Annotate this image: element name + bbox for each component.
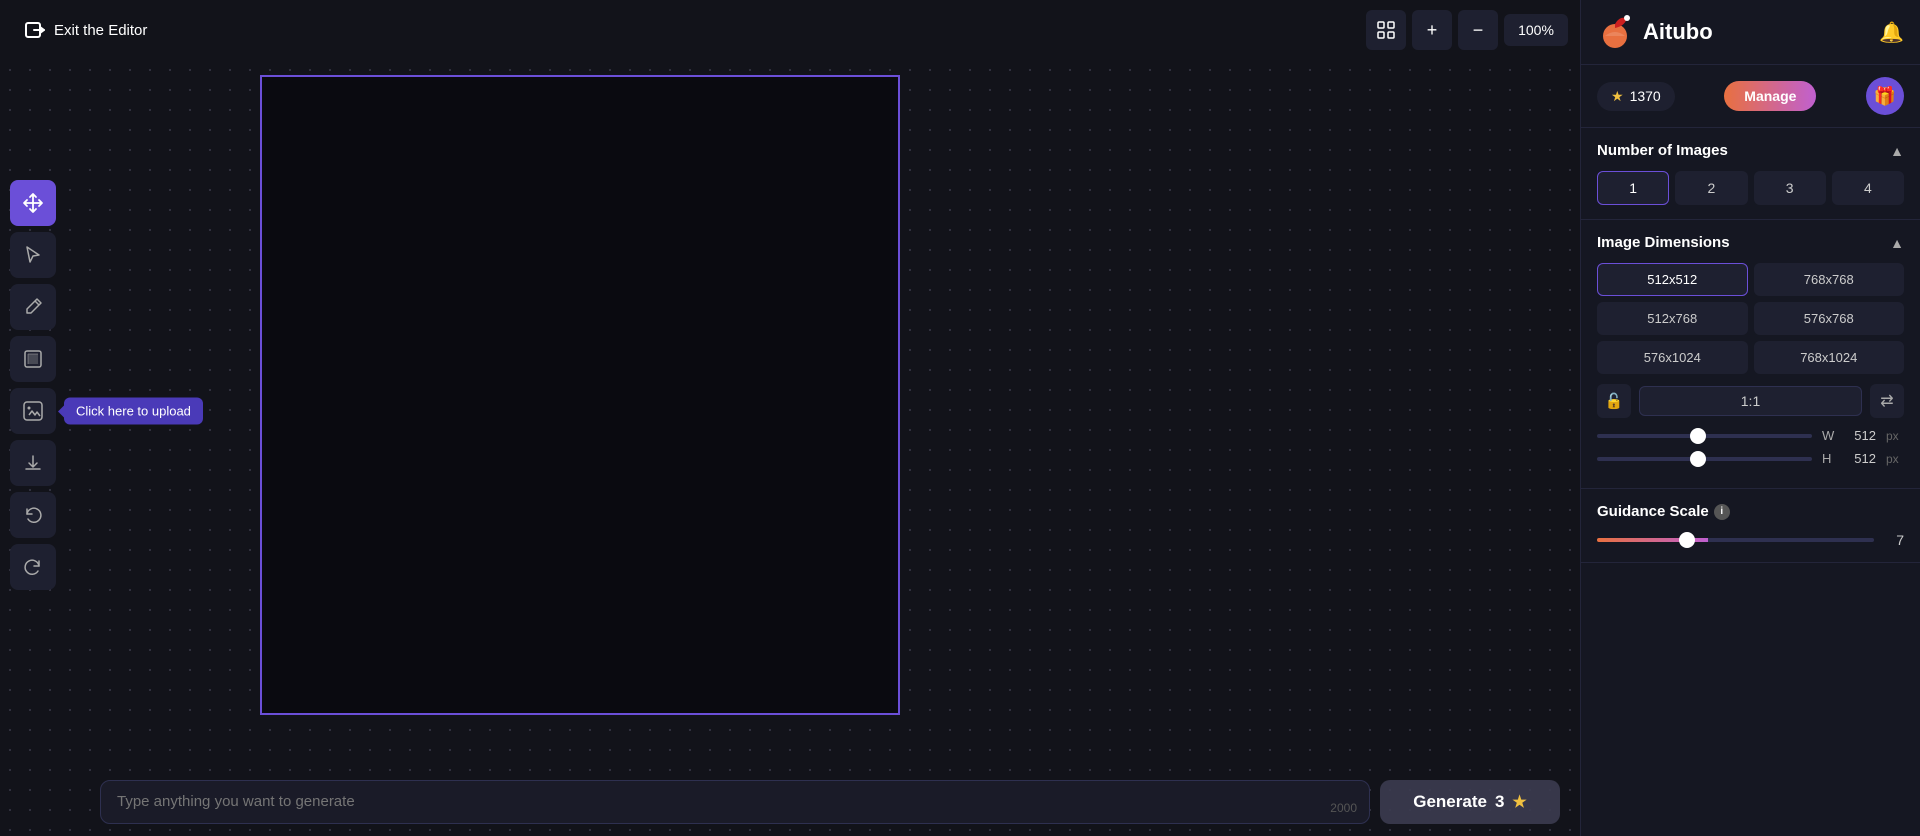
generate-cost: 3 [1495, 792, 1504, 812]
number-of-images-section: Number of Images ▲ 1 2 3 4 [1581, 128, 1920, 220]
credits-star-icon: ★ [1611, 88, 1624, 105]
guidance-slider-row: 7 [1597, 532, 1904, 548]
credits-row: ★ 1370 Manage 🎁 [1581, 65, 1920, 128]
prompt-container: 2000 [100, 780, 1370, 824]
credits-badge: ★ 1370 [1597, 82, 1675, 111]
height-slider-row: H 512 px [1597, 451, 1904, 466]
dimensions-title: Image Dimensions [1597, 234, 1730, 251]
tool-undo[interactable] [10, 492, 56, 538]
focus-button[interactable] [1366, 10, 1406, 50]
num-images-header: Number of Images ▲ [1597, 142, 1904, 159]
generate-button[interactable]: Generate 3 ★ [1380, 780, 1560, 824]
width-value: 512 [1846, 428, 1876, 443]
num-btn-1[interactable]: 1 [1597, 171, 1669, 205]
canvas-frame [260, 75, 900, 715]
char-count: 2000 [1330, 801, 1357, 815]
zoom-out-button[interactable]: − [1458, 10, 1498, 50]
dim-btn-512x512[interactable]: 512x512 [1597, 263, 1748, 296]
guidance-slider[interactable] [1597, 538, 1874, 542]
notification-button[interactable]: 🔔 [1879, 20, 1904, 45]
generate-label: Generate [1413, 792, 1487, 812]
tool-pen[interactable] [10, 284, 56, 330]
tool-select[interactable] [10, 232, 56, 278]
right-panel: Aitubo 🔔 ★ 1370 Manage 🎁 Number of Image… [1580, 0, 1920, 836]
image-dimensions-section: Image Dimensions ▲ 512x512 768x768 512x7… [1581, 220, 1920, 489]
height-slider[interactable] [1597, 457, 1812, 461]
dim-btn-768x768[interactable]: 768x768 [1754, 263, 1905, 296]
num-btn-3[interactable]: 3 [1754, 171, 1826, 205]
num-btn-4[interactable]: 4 [1832, 171, 1904, 205]
lock-ratio-button[interactable]: 🔓 [1597, 384, 1631, 418]
tool-upload[interactable]: Click here to upload [10, 388, 56, 434]
dimensions-header: Image Dimensions ▲ [1597, 234, 1904, 251]
ratio-row: 🔓 ⇄ [1597, 384, 1904, 418]
width-slider-row: W 512 px [1597, 428, 1904, 443]
zoom-percent: 100% [1504, 14, 1568, 46]
tool-redo[interactable] [10, 544, 56, 590]
width-label: W [1822, 428, 1836, 443]
guidance-value: 7 [1884, 532, 1904, 548]
zoom-in-button[interactable]: + [1412, 10, 1452, 50]
height-value: 512 [1846, 451, 1876, 466]
num-images-title: Number of Images [1597, 142, 1728, 159]
width-slider[interactable] [1597, 434, 1812, 438]
manage-button[interactable]: Manage [1724, 81, 1816, 111]
exit-label: Exit the Editor [54, 22, 147, 39]
guidance-scale-section: Guidance Scale i 7 [1581, 489, 1920, 563]
height-label: H [1822, 451, 1836, 466]
prompt-input[interactable] [117, 793, 1353, 810]
dimensions-chevron: ▲ [1890, 235, 1904, 251]
dim-btn-576x1024[interactable]: 576x1024 [1597, 341, 1748, 374]
credits-value: 1370 [1630, 88, 1661, 104]
guidance-info-icon[interactable]: i [1714, 504, 1730, 520]
bottom-bar: 2000 Generate 3 ★ [100, 780, 1560, 824]
guidance-header: Guidance Scale i [1597, 503, 1904, 520]
dim-btn-768x1024[interactable]: 768x1024 [1754, 341, 1905, 374]
height-unit: px [1886, 452, 1904, 466]
dim-btn-576x768[interactable]: 576x768 [1754, 302, 1905, 335]
panel-header: Aitubo 🔔 [1581, 0, 1920, 65]
exit-editor-button[interactable]: Exit the Editor [12, 11, 159, 49]
brand-logo: Aitubo [1597, 14, 1713, 50]
gift-button[interactable]: 🎁 [1866, 77, 1904, 115]
top-bar: Exit the Editor + − 100% [0, 0, 1580, 60]
tool-fill[interactable] [10, 336, 56, 382]
tool-move[interactable] [10, 180, 56, 226]
num-images-grid: 1 2 3 4 [1597, 171, 1904, 205]
ratio-input[interactable] [1639, 386, 1862, 416]
left-toolbar: Click here to upload [10, 180, 56, 590]
exit-icon [24, 19, 46, 41]
swap-dimensions-button[interactable]: ⇄ [1870, 384, 1904, 418]
guidance-title: Guidance Scale i [1597, 503, 1730, 520]
width-unit: px [1886, 429, 1904, 443]
brand-logo-icon [1597, 14, 1633, 50]
dim-btn-512x768[interactable]: 512x768 [1597, 302, 1748, 335]
editor-area: Exit the Editor + − 100% [0, 0, 1580, 836]
canvas-wrapper: Click here to upload [0, 60, 1580, 836]
num-images-chevron: ▲ [1890, 143, 1904, 159]
tool-download[interactable] [10, 440, 56, 486]
brand-name: Aitubo [1643, 19, 1713, 45]
zoom-controls: + − 100% [1366, 10, 1568, 50]
dimensions-grid: 512x512 768x768 512x768 576x768 576x1024… [1597, 263, 1904, 374]
num-btn-2[interactable]: 2 [1675, 171, 1747, 205]
generate-star-icon: ★ [1512, 792, 1526, 812]
